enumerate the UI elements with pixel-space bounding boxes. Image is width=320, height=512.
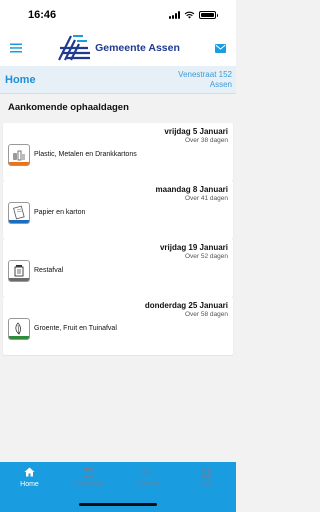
tab-home[interactable]: Home — [2, 467, 58, 512]
pickup-card-restafval[interactable]: vrijdag 19 Januari Over 52 dagen Restafv… — [3, 239, 233, 297]
pickup-date: maandag 8 Januari — [155, 185, 228, 194]
section-title: Aankomende ophaaldagen — [8, 102, 129, 113]
pickup-days: Over 38 dagen — [184, 137, 228, 144]
signal-icon — [169, 11, 180, 19]
title-bar: Home Venestraat 152 Assen — [0, 66, 236, 94]
pickup-label: Restafval — [34, 267, 64, 274]
pickup-date: vrijdag 5 Januari — [164, 127, 228, 136]
pickup-card-paper[interactable]: maandag 8 Januari Over 41 dagen Papier e… — [3, 181, 233, 239]
status-icons — [169, 11, 218, 19]
logo-mark-icon — [58, 35, 91, 61]
pickup-card-plastic[interactable]: vrijdag 5 Januari Over 38 dagen Plastic,… — [3, 123, 233, 181]
status-bar: 16:46 — [0, 0, 236, 30]
pickup-days: Over 41 dagen — [184, 195, 228, 202]
logo: Gemeente Assen — [57, 34, 180, 62]
address: Venestraat 152 Assen — [178, 70, 232, 90]
tab-label: Afvalkalender — [73, 481, 104, 487]
tab-label: Home — [20, 481, 39, 488]
pickup-label: Plastic, Metalen en Drankkartons — [34, 151, 137, 158]
search-list-icon — [142, 468, 153, 476]
home-icon — [24, 467, 35, 477]
app-header: Gemeente Assen — [0, 30, 236, 66]
mail-icon[interactable] — [214, 41, 228, 55]
trash-bin-icon — [8, 260, 30, 282]
map-icon — [201, 467, 212, 477]
menu-icon[interactable] — [9, 41, 23, 55]
pickup-card-gft[interactable]: donderdag 25 Januari Over 58 dagen Groen… — [3, 297, 233, 355]
address-street: Venestraat 152 — [178, 69, 232, 79]
tab-label: Kaart — [200, 481, 213, 487]
status-time: 16:46 — [28, 9, 57, 21]
pickup-date: donderdag 25 Januari — [144, 301, 228, 310]
pickup-label: Groente, Fruit en Tuinafval — [34, 325, 117, 332]
logo-text: Gemeente Assen — [95, 42, 180, 54]
address-city: Assen — [209, 79, 232, 89]
battery-icon — [199, 11, 218, 19]
plastic-bin-icon — [8, 144, 30, 166]
organic-bin-icon — [8, 318, 30, 340]
calendar-icon — [83, 467, 94, 477]
pickup-days: Over 58 dagen — [184, 311, 228, 318]
tab-bar: Home Afvalkalender Afvalwijzer Kaart — [0, 462, 236, 512]
home-indicator — [79, 503, 157, 506]
pickup-days: Over 52 dagen — [184, 253, 228, 260]
tab-kaart[interactable]: Kaart — [179, 467, 235, 512]
paper-bin-icon — [8, 202, 30, 224]
wifi-icon — [184, 11, 195, 19]
pickup-label: Papier en karton — [34, 209, 86, 216]
page-title: Home — [5, 73, 36, 86]
pickup-date: vrijdag 19 Januari — [159, 243, 228, 252]
tab-label: Afvalwijzer — [135, 481, 160, 487]
